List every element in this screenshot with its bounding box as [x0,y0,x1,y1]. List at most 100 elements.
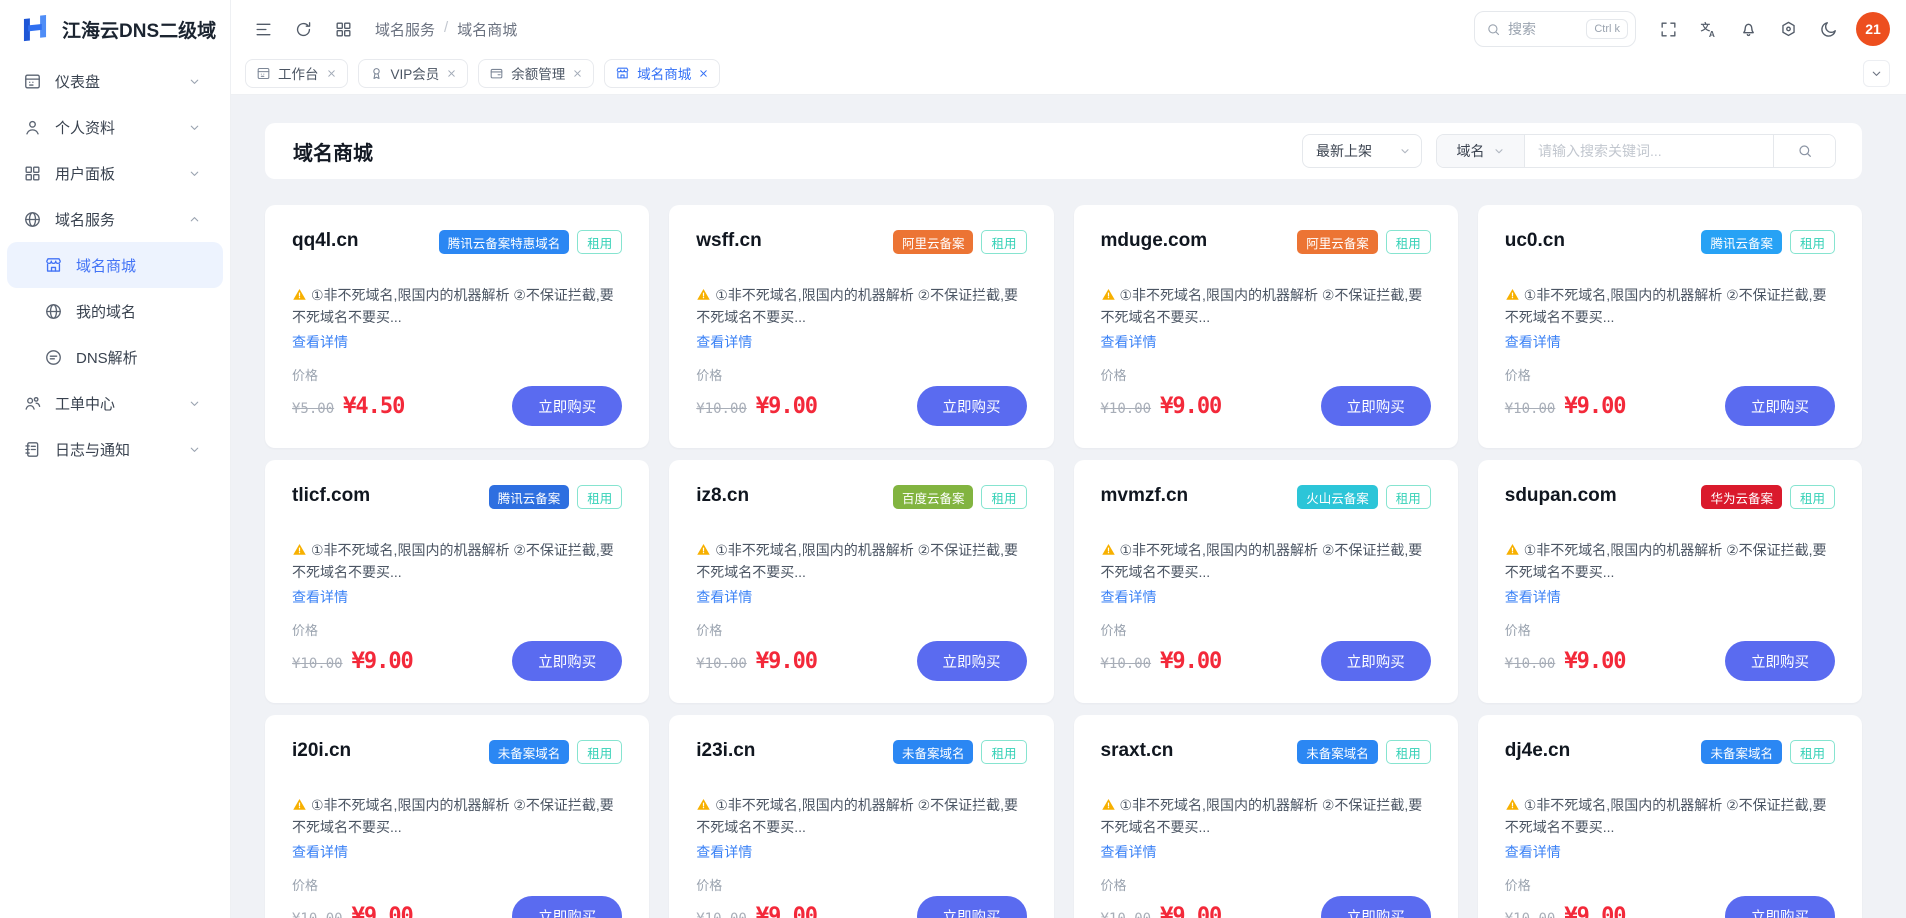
registrar-badge: 阿里云备案 [893,230,974,254]
card-header: sraxt.cn未备案域名租用 [1101,740,1431,764]
price-group: ¥10.00¥9.00 [1101,904,1222,918]
global-search[interactable]: 搜索 Ctrl k [1474,11,1636,47]
view-details-link[interactable]: 查看详情 [1101,587,1157,607]
language-button[interactable]: 文A [1690,11,1726,47]
breadcrumb-section[interactable]: 域名服务 [375,19,435,40]
buy-now-button[interactable]: 立即购买 [512,386,622,426]
warning-icon [1101,797,1116,812]
card-badges: 阿里云备案租用 [893,230,1027,254]
view-details-link[interactable]: 查看详情 [1101,842,1157,862]
view-details-link[interactable]: 查看详情 [696,332,752,352]
domain-name: mduge.com [1101,230,1208,252]
sidebar-item[interactable]: DNS解析 [0,334,230,380]
domain-card: qq4l.cn腾讯云备案特惠域名租用①非不死域名,限国内的机器解析 ②不保证拦截… [265,205,649,448]
view-details-link[interactable]: 查看详情 [292,332,348,352]
view-details-link[interactable]: 查看详情 [1505,332,1561,352]
tab[interactable]: 工作台 [245,59,348,88]
card-header: mvmzf.cn火山云备案租用 [1101,485,1431,509]
view-details-link[interactable]: 查看详情 [292,842,348,862]
view-details-link[interactable]: 查看详情 [1505,842,1561,862]
rent-badge: 租用 [577,740,622,764]
rent-badge: 租用 [981,230,1026,254]
buy-now-button[interactable]: 立即购买 [512,641,622,681]
card-badges: 华为云备案租用 [1701,485,1835,509]
chevron-down-icon [188,397,201,410]
sidebar-item[interactable]: 日志与通知 [0,426,230,472]
hamburger-icon [254,20,273,39]
wallet-icon [489,66,504,81]
buy-now-button[interactable]: 立即购买 [1725,896,1835,918]
notifications-button[interactable] [1730,11,1766,47]
card-footer: ¥10.00¥9.00立即购买 [292,896,622,918]
buy-now-button[interactable]: 立即购买 [917,386,1027,426]
buy-now-button[interactable]: 立即购买 [512,896,622,918]
avatar[interactable]: 21 [1856,12,1890,46]
apps-button[interactable] [325,11,361,47]
card-warning-text: ①非不死域名,限国内的机器解析 ②不保证拦截,要不死域名不要买... [1505,287,1827,325]
keyword-search-input[interactable] [1525,135,1773,167]
card-footer: ¥5.00¥4.50 立即购买 [292,386,622,426]
view-details-link[interactable]: 查看详情 [292,587,348,607]
collapse-menu-button[interactable] [245,11,281,47]
sort-select[interactable]: 最新上架 [1302,134,1422,168]
domain-card: i23i.cn未备案域名租用①非不死域名,限国内的机器解析 ②不保证拦截,要不死… [669,715,1053,918]
sidebar-item[interactable]: 域名商城 [7,242,223,288]
view-details-link[interactable]: 查看详情 [696,587,752,607]
buy-now-button[interactable]: 立即购买 [1321,386,1431,426]
rent-badge: 租用 [1790,230,1835,254]
buy-now-button[interactable]: 立即购买 [917,896,1027,918]
price-group: ¥5.00¥4.50 [292,394,404,419]
warning-icon [696,287,711,302]
buy-now-button[interactable]: 立即购买 [917,641,1027,681]
card-header: i23i.cn未备案域名租用 [696,740,1026,764]
breadcrumb: 域名服务 / 域名商城 [375,19,517,40]
card-badges: 腾讯云备案租用 [489,485,623,509]
view-details-link[interactable]: 查看详情 [1505,587,1561,607]
view-details-link[interactable]: 查看详情 [696,842,752,862]
buy-now-button[interactable]: 立即购买 [1725,386,1835,426]
sidebar-item-label: DNS解析 [76,347,138,368]
buy-now-button[interactable]: 立即购买 [1321,896,1431,918]
tabbar-more-button[interactable] [1863,60,1890,87]
original-price: ¥10.00 [1101,656,1152,672]
globe-icon [23,210,42,229]
fullscreen-button[interactable] [1650,11,1686,47]
sidebar-item[interactable]: 个人资料 [0,104,230,150]
tab[interactable]: VIP会员 [358,59,469,88]
sidebar-item[interactable]: 域名服务 [0,196,230,242]
domain-name: i20i.cn [292,740,351,762]
sidebar-item[interactable]: 工单中心 [0,380,230,426]
buy-now-button[interactable]: 立即购买 [1725,641,1835,681]
sidebar-item-label: 用户面板 [55,163,115,184]
sidebar-item[interactable]: 我的域名 [0,288,230,334]
view-details-link[interactable]: 查看详情 [1101,332,1157,352]
price-label: 价格 [696,875,1026,894]
search-field-select[interactable]: 域名 [1437,135,1525,167]
domain-card: i20i.cn未备案域名租用①非不死域名,限国内的机器解析 ②不保证拦截,要不死… [265,715,649,918]
price-label: 价格 [1505,365,1835,384]
chevron-down-icon [188,121,201,134]
tab-bar: 工作台 VIP会员余额管理 域名商城 [231,58,1906,95]
keyword-search-button[interactable] [1773,135,1835,167]
tab[interactable]: 域名商城 [604,59,720,88]
warning-icon [292,287,307,302]
current-price: ¥9.00 [352,649,413,674]
dark-mode-button[interactable] [1810,11,1846,47]
chevron-down-icon [1493,145,1505,157]
warning-icon [1505,287,1520,302]
moon-icon [1819,20,1838,39]
registrar-badge: 未备案域名 [489,740,570,764]
card-badges: 腾讯云备案租用 [1701,230,1835,254]
domain-card: sdupan.com华为云备案租用①非不死域名,限国内的机器解析 ②不保证拦截,… [1478,460,1862,703]
tab-label: 域名商城 [637,63,691,83]
sidebar-item[interactable]: 用户面板 [0,150,230,196]
domain-name: iz8.cn [696,485,749,507]
refresh-button[interactable] [285,11,321,47]
buy-now-button[interactable]: 立即购买 [1321,641,1431,681]
domain-card: dj4e.cn未备案域名租用①非不死域名,限国内的机器解析 ②不保证拦截,要不死… [1478,715,1862,918]
settings-button[interactable] [1770,11,1806,47]
tab[interactable]: 余额管理 [478,59,594,88]
registrar-badge: 阿里云备案 [1297,230,1378,254]
original-price: ¥10.00 [696,656,747,672]
sidebar-item[interactable]: 仪表盘 [0,58,230,104]
